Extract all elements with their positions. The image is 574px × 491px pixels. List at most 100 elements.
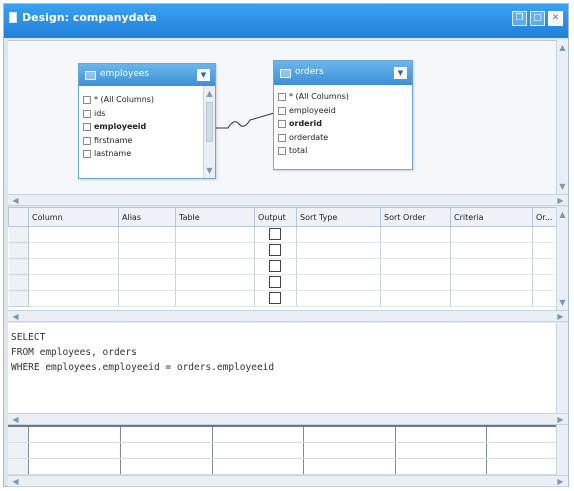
scroll-right-icon[interactable]: ▶: [555, 414, 566, 425]
result-cell[interactable]: [486, 425, 556, 443]
table-menu-button[interactable]: ▼: [394, 67, 407, 79]
grid-cell[interactable]: [28, 274, 119, 291]
grid-cell[interactable]: [296, 226, 381, 243]
scroll-down-icon[interactable]: ▼: [557, 297, 568, 308]
diagram-vertical-scrollbar[interactable]: ▲ ▼: [556, 40, 568, 194]
scroll-left-icon[interactable]: ◀: [10, 195, 21, 206]
grid-cell[interactable]: [532, 242, 556, 259]
grid-cell[interactable]: [450, 258, 533, 275]
grid-row[interactable]: [8, 274, 556, 291]
grid-cell[interactable]: [254, 242, 297, 259]
result-cell[interactable]: [486, 442, 556, 459]
grid-cell[interactable]: [296, 242, 381, 259]
scroll-thumb[interactable]: [206, 102, 213, 142]
result-cell[interactable]: [395, 442, 487, 459]
column-item[interactable]: lastname: [79, 147, 203, 161]
criteria-grid[interactable]: Column Alias Table Output Sort Type Sort…: [8, 207, 556, 310]
grid-header-output[interactable]: Output: [254, 207, 297, 227]
results-row[interactable]: [8, 442, 556, 459]
grid-cell[interactable]: [450, 242, 533, 259]
sql-pane[interactable]: SELECT FROM employees, orders WHERE empl…: [8, 323, 556, 414]
grid-cell[interactable]: [118, 274, 176, 291]
result-cell[interactable]: [303, 425, 396, 443]
grid-row[interactable]: [8, 258, 556, 275]
result-cell[interactable]: [395, 458, 487, 475]
restore-button[interactable]: ❐: [512, 11, 527, 26]
column-checkbox[interactable]: [83, 123, 91, 131]
column-item[interactable]: orderdate: [274, 131, 412, 145]
grid-header-criteria[interactable]: Criteria: [450, 207, 533, 227]
result-cell[interactable]: [28, 425, 121, 443]
row-header[interactable]: [8, 226, 29, 243]
column-item[interactable]: employeeid: [274, 104, 412, 118]
table-header[interactable]: employees ▼: [79, 64, 215, 86]
grid-header-alias[interactable]: Alias: [118, 207, 176, 227]
grid-cell[interactable]: [28, 226, 119, 243]
column-checkbox[interactable]: [83, 109, 91, 118]
result-cell[interactable]: [395, 425, 487, 443]
grid-header-sort-type[interactable]: Sort Type: [296, 207, 381, 227]
scroll-up-icon[interactable]: ▲: [557, 42, 568, 53]
grid-header-table[interactable]: Table: [175, 207, 255, 227]
result-cell[interactable]: [28, 458, 121, 475]
grid-cell[interactable]: [175, 258, 255, 275]
results-vertical-scrollbar[interactable]: [556, 425, 568, 475]
result-cell[interactable]: [303, 442, 396, 459]
grid-cell[interactable]: [175, 290, 255, 307]
diagram-horizontal-scrollbar[interactable]: ◀ ▶: [8, 194, 568, 206]
grid-cell[interactable]: [118, 242, 176, 259]
row-header[interactable]: [8, 425, 29, 443]
results-horizontal-scrollbar[interactable]: ◀ ▶: [8, 475, 568, 487]
grid-cell[interactable]: [175, 242, 255, 259]
grid-row[interactable]: [8, 290, 556, 307]
column-checkbox[interactable]: [278, 147, 286, 155]
table-scrollbar[interactable]: ▲ ▼: [203, 86, 215, 178]
grid-cell[interactable]: [532, 274, 556, 291]
grid-cell[interactable]: [450, 274, 533, 291]
grid-cell[interactable]: [175, 274, 255, 291]
result-cell[interactable]: [120, 458, 213, 475]
row-header[interactable]: [8, 442, 29, 459]
grid-cell[interactable]: [380, 226, 451, 243]
result-cell[interactable]: [486, 458, 556, 475]
column-item[interactable]: total: [274, 144, 412, 158]
result-cell[interactable]: [212, 458, 304, 475]
column-checkbox[interactable]: [278, 120, 286, 128]
grid-cell[interactable]: [118, 258, 176, 275]
column-item[interactable]: * (All Columns): [274, 90, 412, 104]
results-row[interactable]: [8, 425, 556, 443]
table-header[interactable]: orders ▼: [274, 61, 412, 85]
grid-header-sort-order[interactable]: Sort Order: [380, 207, 451, 227]
column-checkbox[interactable]: [83, 150, 91, 158]
maximize-button[interactable]: □: [530, 11, 545, 26]
scroll-down-icon[interactable]: ▼: [204, 165, 215, 176]
table-box-orders[interactable]: orders ▼ * (All Columns) employeeid orde…: [273, 60, 413, 170]
table-box-employees[interactable]: employees ▼ * (All Columns) ids employee…: [78, 63, 216, 179]
grid-cell[interactable]: [254, 290, 297, 307]
grid-cell[interactable]: [380, 274, 451, 291]
result-cell[interactable]: [120, 442, 213, 459]
grid-cell[interactable]: [380, 242, 451, 259]
grid-cell[interactable]: [175, 226, 255, 243]
column-checkbox[interactable]: [83, 136, 91, 145]
row-header[interactable]: [8, 258, 29, 275]
grid-cell[interactable]: [28, 258, 119, 275]
grid-row[interactable]: [8, 242, 556, 259]
results-row[interactable]: [8, 458, 556, 475]
grid-cell[interactable]: [532, 226, 556, 243]
grid-row[interactable]: [8, 226, 556, 243]
grid-cell[interactable]: [254, 274, 297, 291]
grid-cell[interactable]: [296, 290, 381, 307]
scroll-left-icon[interactable]: ◀: [10, 414, 21, 425]
sql-vertical-scrollbar[interactable]: [556, 323, 568, 414]
column-checkbox[interactable]: [278, 106, 286, 115]
grid-cell[interactable]: [532, 258, 556, 275]
grid-cell[interactable]: [380, 258, 451, 275]
grid-cell[interactable]: [532, 290, 556, 307]
result-cell[interactable]: [28, 442, 121, 459]
scroll-up-icon[interactable]: ▲: [557, 209, 568, 220]
grid-cell[interactable]: [28, 290, 119, 307]
grid-cell[interactable]: [450, 290, 533, 307]
row-header[interactable]: [8, 274, 29, 291]
grid-cell[interactable]: [254, 226, 297, 243]
